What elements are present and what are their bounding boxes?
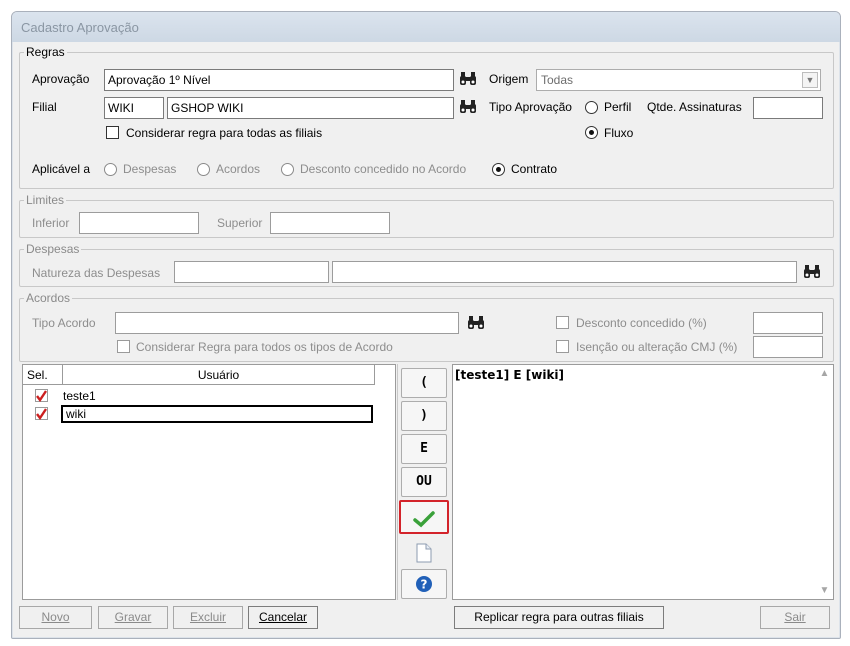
footer-bar: Novo Gravar Excluir Cancelar Replicar re… (12, 602, 840, 638)
sair-label: Sair (784, 610, 806, 624)
gravar-label: Gravar (114, 610, 152, 624)
usuarios-grid[interactable]: Sel. Usuário teste1 wiki (22, 364, 396, 600)
limites-legend: Limites (26, 193, 65, 207)
tipo-aprovacao-label: Tipo Aprovação (489, 100, 572, 114)
despesas-legend: Despesas (26, 242, 80, 256)
considerar-filiais-checkbox[interactable] (106, 126, 119, 139)
binoculars-search-icon[interactable] (467, 315, 485, 331)
title-bar: Cadastro Aprovação (12, 12, 840, 42)
origem-label: Origem (489, 72, 529, 86)
help-icon: ? (416, 576, 432, 592)
svg-text:?: ? (421, 578, 428, 592)
superior-input[interactable] (270, 212, 390, 234)
scroll-down-icon[interactable]: ▼ (816, 582, 833, 599)
chevron-down-icon[interactable]: ▼ (802, 72, 818, 88)
tipo-acordo-label: Tipo Acordo (32, 316, 96, 330)
considerar-tipos-checkbox[interactable] (117, 340, 130, 353)
isencao-input[interactable] (753, 336, 823, 358)
fluxo-radio[interactable] (585, 126, 598, 139)
aprovacao-label: Aprovação (32, 72, 90, 86)
contrato-radio[interactable] (492, 163, 505, 176)
novo-label: Novo (41, 610, 70, 624)
blank-document-icon (416, 543, 432, 563)
binoculars-search-icon[interactable] (459, 71, 477, 87)
desconto-acordo-option-label: Desconto concedido no Acordo (300, 162, 467, 176)
isencao-label: Isenção ou alteração CMJ (%) (576, 340, 738, 354)
cancelar-button[interactable]: Cancelar (248, 606, 318, 629)
considerar-tipos-label: Considerar Regra para todos os tipos de … (136, 340, 393, 354)
natureza-label: Natureza das Despesas (32, 266, 161, 280)
desconto-label: Desconto concedido (%) (576, 316, 707, 330)
sel-column-header[interactable]: Sel. (23, 365, 63, 385)
fluxo-label: Fluxo (604, 126, 634, 140)
acordos-option-label: Acordos (216, 162, 261, 176)
checked-mark-icon[interactable] (35, 407, 48, 420)
or-button[interactable]: OU (401, 467, 447, 497)
regras-legend: Regras (26, 45, 65, 59)
sair-button[interactable]: Sair (760, 606, 830, 629)
usuario-column-header[interactable]: Usuário (63, 365, 375, 385)
window-title: Cadastro Aprovação (21, 20, 139, 35)
expression-scrollbar[interactable]: ▲ ▼ (816, 365, 833, 599)
considerar-filiais-label: Considerar regra para todas as filiais (126, 126, 323, 140)
qtde-assinaturas-label: Qtde. Assinaturas (647, 100, 742, 114)
expression-text: [teste1] E [wiki] (455, 368, 565, 382)
desconto-acordo-radio[interactable] (281, 163, 294, 176)
perfil-label: Perfil (604, 100, 632, 114)
natureza-code-input[interactable] (174, 261, 329, 283)
natureza-desc-input[interactable] (332, 261, 797, 283)
close-paren-button[interactable]: ) (401, 401, 447, 431)
desconto-input[interactable] (753, 312, 823, 334)
grid-header: Sel. Usuário (23, 365, 375, 385)
scroll-up-icon[interactable]: ▲ (816, 365, 833, 382)
user-name: teste1 (63, 389, 96, 403)
replicar-label: Replicar regra para outras filiais (474, 610, 644, 624)
filial-code-input[interactable]: WIKI (104, 97, 164, 119)
novo-button[interactable]: Novo (19, 606, 92, 629)
user-name-editing[interactable]: wiki (61, 405, 373, 423)
inferior-input[interactable] (79, 212, 199, 234)
clear-button[interactable] (401, 537, 447, 567)
binoculars-search-icon[interactable] (803, 264, 821, 280)
confirm-button[interactable] (399, 500, 449, 534)
open-paren-button[interactable]: ( (401, 368, 447, 398)
aplicavel-label: Aplicável a (32, 162, 91, 176)
and-button[interactable]: E (401, 434, 447, 464)
replicar-button[interactable]: Replicar regra para outras filiais (454, 606, 664, 629)
binoculars-search-icon[interactable] (459, 99, 477, 115)
acordos-legend: Acordos (26, 291, 71, 305)
acordos-radio[interactable] (197, 163, 210, 176)
perfil-radio[interactable] (585, 101, 598, 114)
despesas-option-label: Despesas (123, 162, 177, 176)
checked-mark-icon[interactable] (35, 389, 48, 402)
qtde-assinaturas-input[interactable] (753, 97, 823, 119)
origem-selected-value: Todas (541, 73, 574, 87)
table-row[interactable]: wiki (23, 405, 375, 423)
table-row[interactable]: teste1 (23, 387, 375, 405)
filial-label: Filial (32, 100, 57, 114)
dialog-window: Cadastro Aprovação Regras Aprovação Apro… (11, 11, 841, 639)
superior-label: Superior (217, 216, 263, 230)
help-button[interactable]: ? (401, 569, 447, 599)
checkmark-icon (413, 511, 435, 528)
contrato-option-label: Contrato (511, 162, 558, 176)
filial-name-input[interactable]: GSHOP WIKI (167, 97, 454, 119)
excluir-label: Excluir (189, 610, 226, 624)
cancelar-label: Cancelar (258, 610, 308, 624)
despesas-radio[interactable] (104, 163, 117, 176)
origem-select[interactable]: Todas ▼ (536, 69, 821, 91)
gravar-button[interactable]: Gravar (98, 606, 168, 629)
tipo-acordo-input[interactable] (115, 312, 459, 334)
expression-textarea[interactable]: [teste1] E [wiki] ▲ ▼ (452, 364, 834, 600)
desconto-checkbox[interactable] (556, 316, 569, 329)
inferior-label: Inferior (32, 216, 70, 230)
isencao-checkbox[interactable] (556, 340, 569, 353)
aprovacao-input[interactable]: Aprovação 1º Nível (104, 69, 454, 91)
excluir-button[interactable]: Excluir (173, 606, 243, 629)
